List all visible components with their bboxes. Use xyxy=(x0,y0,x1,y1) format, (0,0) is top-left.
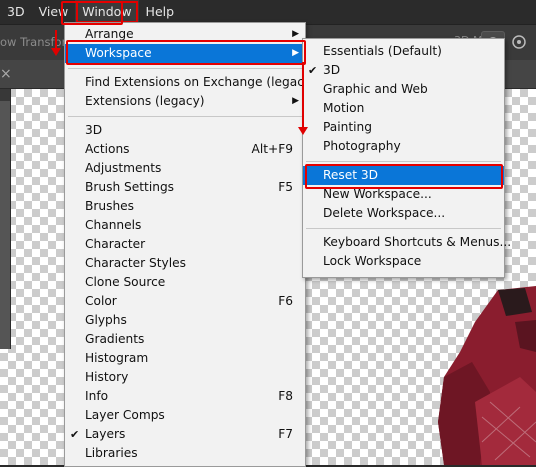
menu-item-adjustments[interactable]: Adjustments xyxy=(65,159,305,178)
menu-item-find-extensions[interactable]: Find Extensions on Exchange (legacy)... xyxy=(65,73,328,92)
reset-3d-highlight-box xyxy=(305,164,503,189)
rotate-icon[interactable] xyxy=(508,31,530,53)
down-arrow-icon xyxy=(51,30,61,56)
menu-item-motion[interactable]: Motion xyxy=(303,99,504,118)
menu-item-histogram[interactable]: Histogram xyxy=(65,349,305,368)
menu-item-info[interactable]: Info F8 xyxy=(65,387,305,406)
checkmark-icon: ✔ xyxy=(308,64,318,77)
menu-item-actions[interactable]: Actions Alt+F9 xyxy=(65,140,305,159)
menu-item-glyphs[interactable]: Glyphs xyxy=(65,311,305,330)
menu-separator xyxy=(68,68,302,69)
menu-item-layer-comps[interactable]: Layer Comps xyxy=(65,406,305,425)
window-menu: Arrange ▶ Workspace ▶ Find Extensions on… xyxy=(64,22,328,467)
close-icon[interactable]: × xyxy=(0,66,12,82)
menu-item-character-styles[interactable]: Character Styles xyxy=(65,254,305,273)
menu-3d[interactable]: 3D xyxy=(0,0,32,24)
menu-item-3d[interactable]: 3D xyxy=(65,121,305,140)
left-panel-header xyxy=(0,89,10,101)
menu-item-channels[interactable]: Channels xyxy=(65,216,305,235)
menu-item-keyboard-shortcuts[interactable]: Keyboard Shortcuts & Menus... xyxy=(303,233,511,252)
menu-item-extensions[interactable]: Extensions (legacy) ▶ xyxy=(65,92,305,111)
chair-image xyxy=(438,286,536,465)
menu-item-lock-workspace[interactable]: Lock Workspace xyxy=(303,252,504,271)
menu-item-gradients[interactable]: Gradients xyxy=(65,330,305,349)
menu-item-essentials[interactable]: Essentials (Default) xyxy=(303,42,504,61)
menu-item-workspace-3d[interactable]: ✔ 3D xyxy=(303,61,504,80)
down-arrow-icon xyxy=(298,62,308,135)
checkmark-icon: ✔ xyxy=(70,428,80,441)
menu-item-history[interactable]: History xyxy=(65,368,305,387)
menu-item-delete-workspace[interactable]: Delete Workspace... xyxy=(303,204,504,223)
menu-item-painting[interactable]: Painting xyxy=(303,118,504,137)
menu-item-libraries[interactable]: Libraries xyxy=(65,444,305,463)
menu-item-photography[interactable]: Photography xyxy=(303,137,504,156)
menu-item-color[interactable]: Color F6 xyxy=(65,292,305,311)
menu-separator xyxy=(306,228,501,229)
menu-separator xyxy=(68,116,302,117)
menu-item-brush-settings[interactable]: Brush Settings F5 xyxy=(65,178,305,197)
chevron-right-icon: ▶ xyxy=(292,96,299,106)
menu-item-layers[interactable]: ✔ Layers F7 xyxy=(65,425,305,444)
menu-item-graphic-and-web[interactable]: Graphic and Web xyxy=(303,80,504,99)
left-panel xyxy=(0,89,11,349)
menu-item-brushes[interactable]: Brushes xyxy=(65,197,305,216)
workspace-highlight-box xyxy=(66,40,306,65)
workspace-submenu: Essentials (Default) ✔ 3D Graphic and We… xyxy=(302,38,511,278)
menu-help[interactable]: Help xyxy=(139,0,182,24)
menu-item-clone-source[interactable]: Clone Source xyxy=(65,273,305,292)
menu-item-character[interactable]: Character xyxy=(65,235,305,254)
menu-separator xyxy=(306,161,501,162)
window-menu-highlight-box xyxy=(61,1,123,25)
